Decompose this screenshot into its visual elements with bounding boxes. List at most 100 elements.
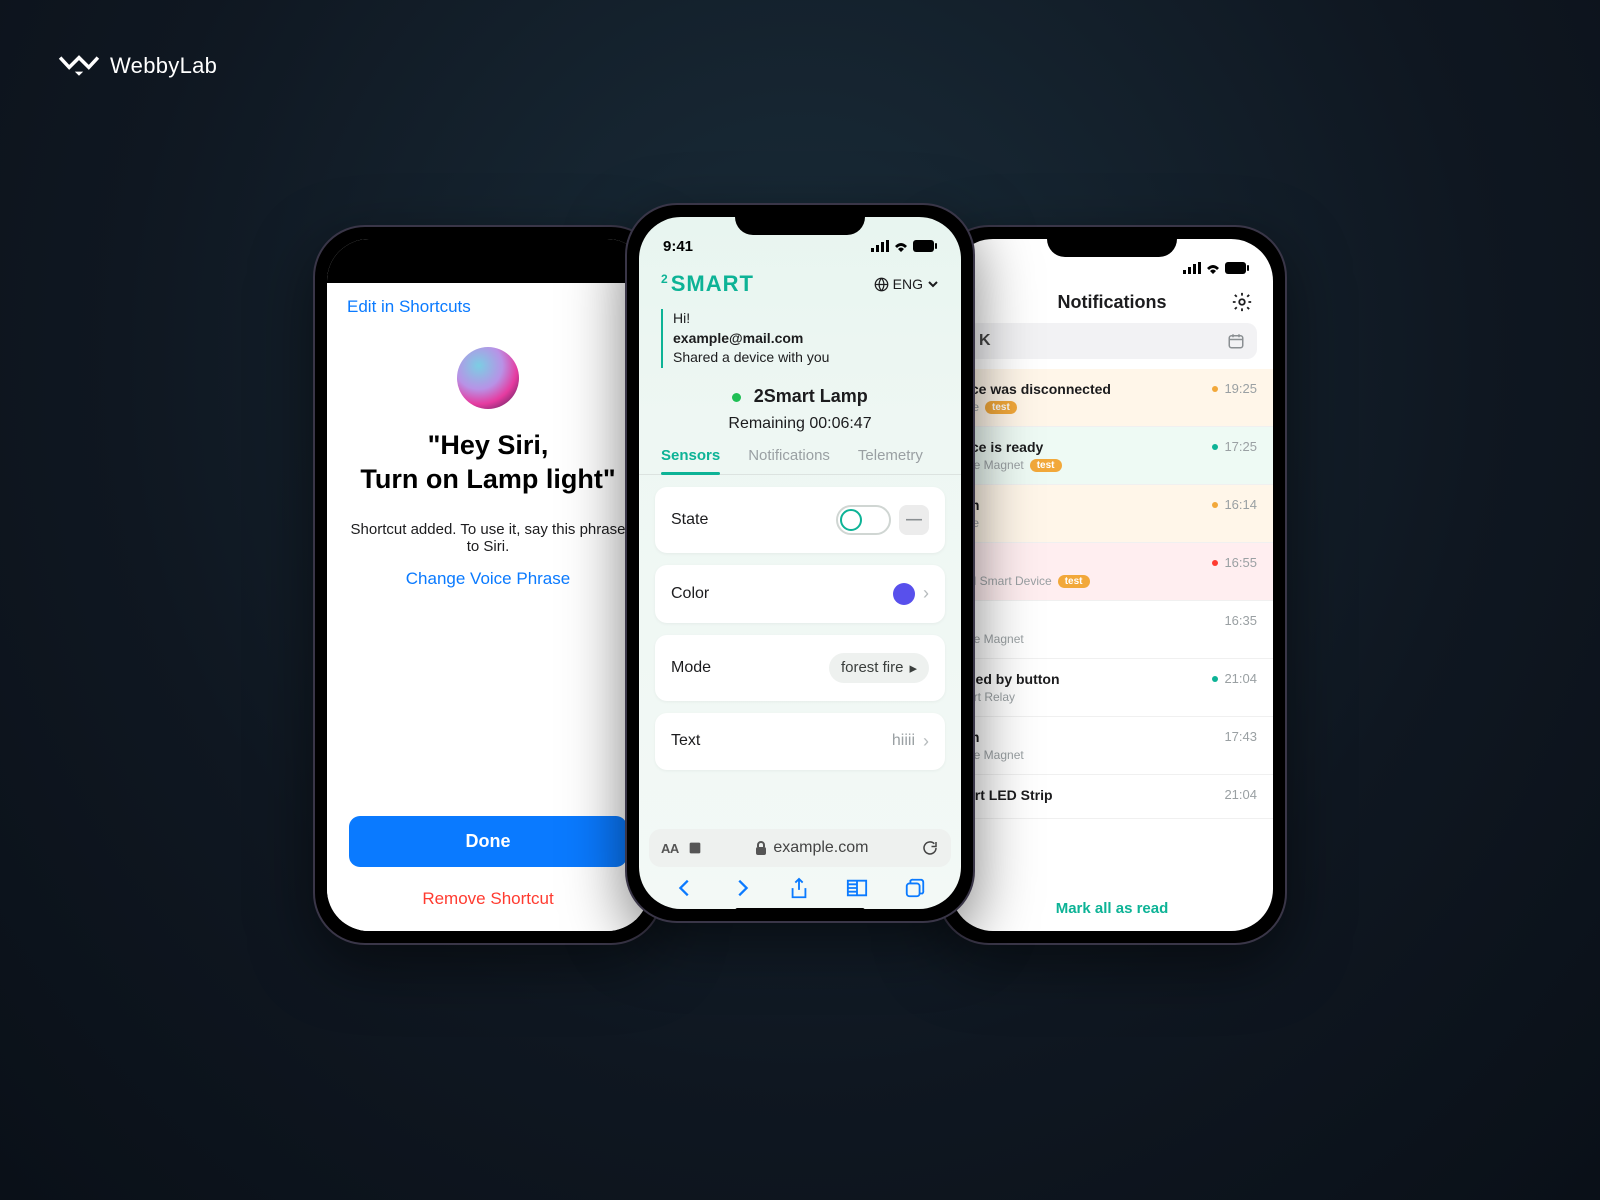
notification-time: 21:04: [1212, 671, 1257, 686]
status-dot-icon: [1212, 502, 1218, 508]
notifications-list: ice was disconnectediletest19:25ice is r…: [951, 369, 1273, 819]
siri-orb-icon: [457, 347, 519, 409]
tab-notifications[interactable]: Notifications: [748, 447, 830, 474]
edit-in-shortcuts-link[interactable]: Edit in Shortcuts: [347, 297, 629, 317]
notification-item[interactable]: art LED Strip21:04: [951, 775, 1273, 819]
tab-sensors[interactable]: Sensors: [661, 447, 720, 474]
notification-time: 17:43: [1224, 729, 1257, 744]
address-bar[interactable]: AA example.com: [649, 829, 951, 867]
phones-stage: Edit in Shortcuts "Hey Siri, Turn on Lam…: [0, 215, 1600, 945]
share-icon[interactable]: [788, 877, 810, 901]
notch: [1047, 227, 1177, 257]
battery-icon: [913, 240, 937, 252]
notification-item[interactable]: ned by button art Relay21:04: [951, 659, 1273, 717]
notification-subtitle: ge Magnet: [967, 748, 1224, 762]
chevron-down-icon: [927, 278, 939, 290]
notification-item[interactable]: r al Smart Devicetest16:55: [951, 543, 1273, 601]
brand-logo: WebbyLab: [58, 52, 217, 80]
notification-title: ice was disconnected: [967, 381, 1212, 397]
status-dot-icon: [1212, 386, 1218, 392]
notification-item[interactable]: r ge Magnet16:35: [951, 601, 1273, 659]
cellular-icon: [1183, 262, 1201, 274]
notification-time: 16:14: [1212, 497, 1257, 512]
card-text[interactable]: Text hiiii ›: [655, 713, 945, 770]
notification-title: m: [967, 729, 1224, 745]
gear-icon[interactable]: [1231, 291, 1253, 313]
forward-icon[interactable]: [731, 877, 753, 899]
phone-notifications: Notifications K ice was disconnectedilet…: [937, 225, 1287, 945]
phone-app: 9:41 2SMART ENG Hi! example@mail.com: [625, 203, 975, 923]
notification-subtitle: al Smart Devicetest: [967, 574, 1212, 588]
share-notice: Hi! example@mail.com Shared a device wit…: [661, 309, 939, 368]
wifi-icon: [1205, 262, 1221, 274]
mark-all-read-button[interactable]: Mark all as read: [951, 886, 1273, 931]
test-badge: test: [1030, 459, 1062, 472]
mode-selector[interactable]: forest fire ▸: [829, 653, 929, 683]
done-button[interactable]: Done: [349, 816, 627, 867]
bookmarks-icon[interactable]: [845, 877, 869, 899]
battery-icon: [1225, 262, 1249, 274]
notification-time: 16:35: [1224, 613, 1257, 628]
triangle-right-icon: ▸: [909, 659, 917, 677]
notification-title: m: [967, 497, 1212, 513]
notification-title: ned by button: [967, 671, 1212, 687]
notification-item[interactable]: ice was disconnected iletest19:25: [951, 369, 1273, 427]
status-time: 9:41: [663, 238, 693, 255]
device-name: 2Smart Lamp: [754, 386, 868, 406]
remaining-time: Remaining 00:06:47: [639, 415, 961, 433]
puzzle-icon[interactable]: [687, 840, 703, 856]
notch: [735, 205, 865, 235]
tab-telemetry[interactable]: Telemetry: [858, 447, 923, 474]
screen-app: 9:41 2SMART ENG Hi! example@mail.com: [639, 217, 961, 909]
page-title: Notifications: [1057, 292, 1166, 313]
safari-toolbar: [649, 867, 951, 901]
reload-icon[interactable]: [921, 839, 939, 857]
notification-item[interactable]: m ile16:14: [951, 485, 1273, 543]
lock-icon: [755, 841, 767, 855]
siri-subtitle: Shortcut added. To use it, say this phra…: [347, 521, 629, 555]
screen-notifications: Notifications K ice was disconnectedilet…: [951, 239, 1273, 931]
date-filter-input[interactable]: K: [967, 323, 1257, 359]
test-badge: test: [985, 401, 1017, 414]
chevron-right-icon: ›: [923, 583, 929, 604]
remove-shortcut-button[interactable]: Remove Shortcut: [347, 879, 629, 931]
notification-subtitle: ge Magnet: [967, 632, 1224, 646]
status-dot-icon: [1212, 676, 1218, 682]
state-toggle[interactable]: [836, 505, 891, 535]
notification-title: art LED Strip: [967, 787, 1224, 803]
tabs: Sensors Notifications Telemetry: [639, 447, 961, 475]
screen-siri: Edit in Shortcuts "Hey Siri, Turn on Lam…: [327, 239, 649, 931]
change-voice-phrase-link[interactable]: Change Voice Phrase: [347, 569, 629, 589]
device-header: 2Smart Lamp: [639, 386, 961, 407]
card-color[interactable]: Color ›: [655, 565, 945, 623]
globe-icon: [874, 277, 889, 292]
notification-item[interactable]: ice is readyge Magnettest17:25: [951, 427, 1273, 485]
notification-subtitle: iletest: [967, 400, 1212, 414]
notification-subtitle: art Relay: [967, 690, 1212, 704]
language-selector[interactable]: ENG: [874, 276, 939, 292]
notification-time: 16:55: [1212, 555, 1257, 570]
phone-siri: Edit in Shortcuts "Hey Siri, Turn on Lam…: [313, 225, 663, 945]
notification-title: r: [967, 555, 1212, 571]
card-state: State —: [655, 487, 945, 553]
test-badge: test: [1058, 575, 1090, 588]
back-icon[interactable]: [674, 877, 696, 899]
card-mode[interactable]: Mode forest fire ▸: [655, 635, 945, 701]
initial-letter: K: [979, 332, 991, 350]
color-swatch-icon: [893, 583, 915, 605]
wifi-icon: [893, 240, 909, 252]
state-reset-button[interactable]: —: [899, 505, 929, 535]
notification-title: r: [967, 613, 1224, 629]
tabs-icon[interactable]: [904, 877, 926, 899]
text-size-button[interactable]: AA: [661, 841, 679, 856]
calendar-icon: [1227, 332, 1245, 350]
home-indicator: [735, 908, 865, 913]
status-dot-icon: [1212, 444, 1218, 450]
notification-time: 21:04: [1224, 787, 1257, 802]
notification-time: 19:25: [1212, 381, 1257, 396]
siri-phrase-heading: "Hey Siri, Turn on Lamp light": [347, 429, 629, 497]
chevron-right-icon: ›: [923, 731, 929, 752]
notification-item[interactable]: m ge Magnet17:43: [951, 717, 1273, 775]
logo-icon: [58, 52, 100, 80]
notification-subtitle: ile: [967, 516, 1212, 530]
